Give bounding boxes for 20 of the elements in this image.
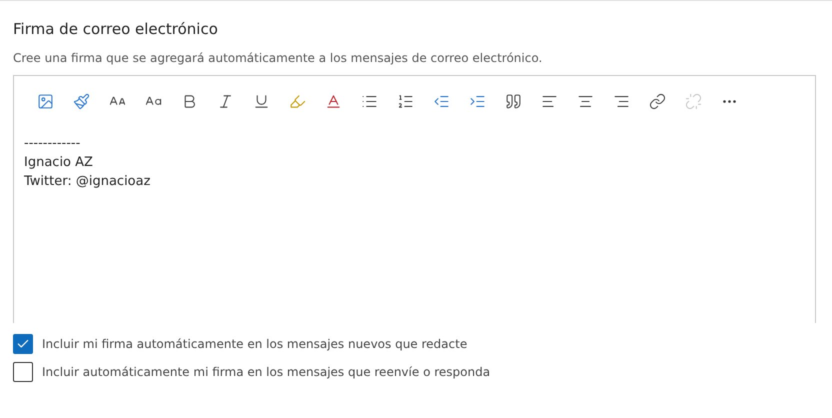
- image-icon: [36, 92, 54, 110]
- font-color-icon: [324, 92, 342, 110]
- numbered-list-icon: [396, 92, 414, 110]
- more-icon: [722, 100, 736, 102]
- checkbox-label: Incluir automáticamente mi firma en los mensajes que reenvíe o responda: [42, 365, 490, 379]
- checkbox[interactable]: [13, 334, 33, 354]
- paintbrush-icon: [72, 92, 90, 110]
- section-title: Firma de correo electrónico: [13, 20, 219, 38]
- signature-line: Twitter: @ignacioaz: [24, 173, 152, 191]
- signature-line: ------------: [24, 135, 82, 153]
- highlighter-icon: [288, 92, 306, 110]
- link-icon: [648, 92, 666, 110]
- checkbox-label: Incluir mi firma automáticamente en los mensajes nuevos que redacte: [42, 337, 468, 351]
- signature-editor[interactable]: ------------ Ignacio AZ Twitter: @ignacioaz: [13, 75, 816, 323]
- quote-icon: [504, 92, 522, 110]
- section-description: Cree una firma que se agregará automáticamente a los mensajes de correo electrónico.: [13, 51, 544, 65]
- unlink-icon: [684, 92, 702, 110]
- signature-line: Ignacio AZ: [24, 154, 94, 172]
- underline-icon: [252, 92, 270, 110]
- checkbox[interactable]: [13, 362, 33, 382]
